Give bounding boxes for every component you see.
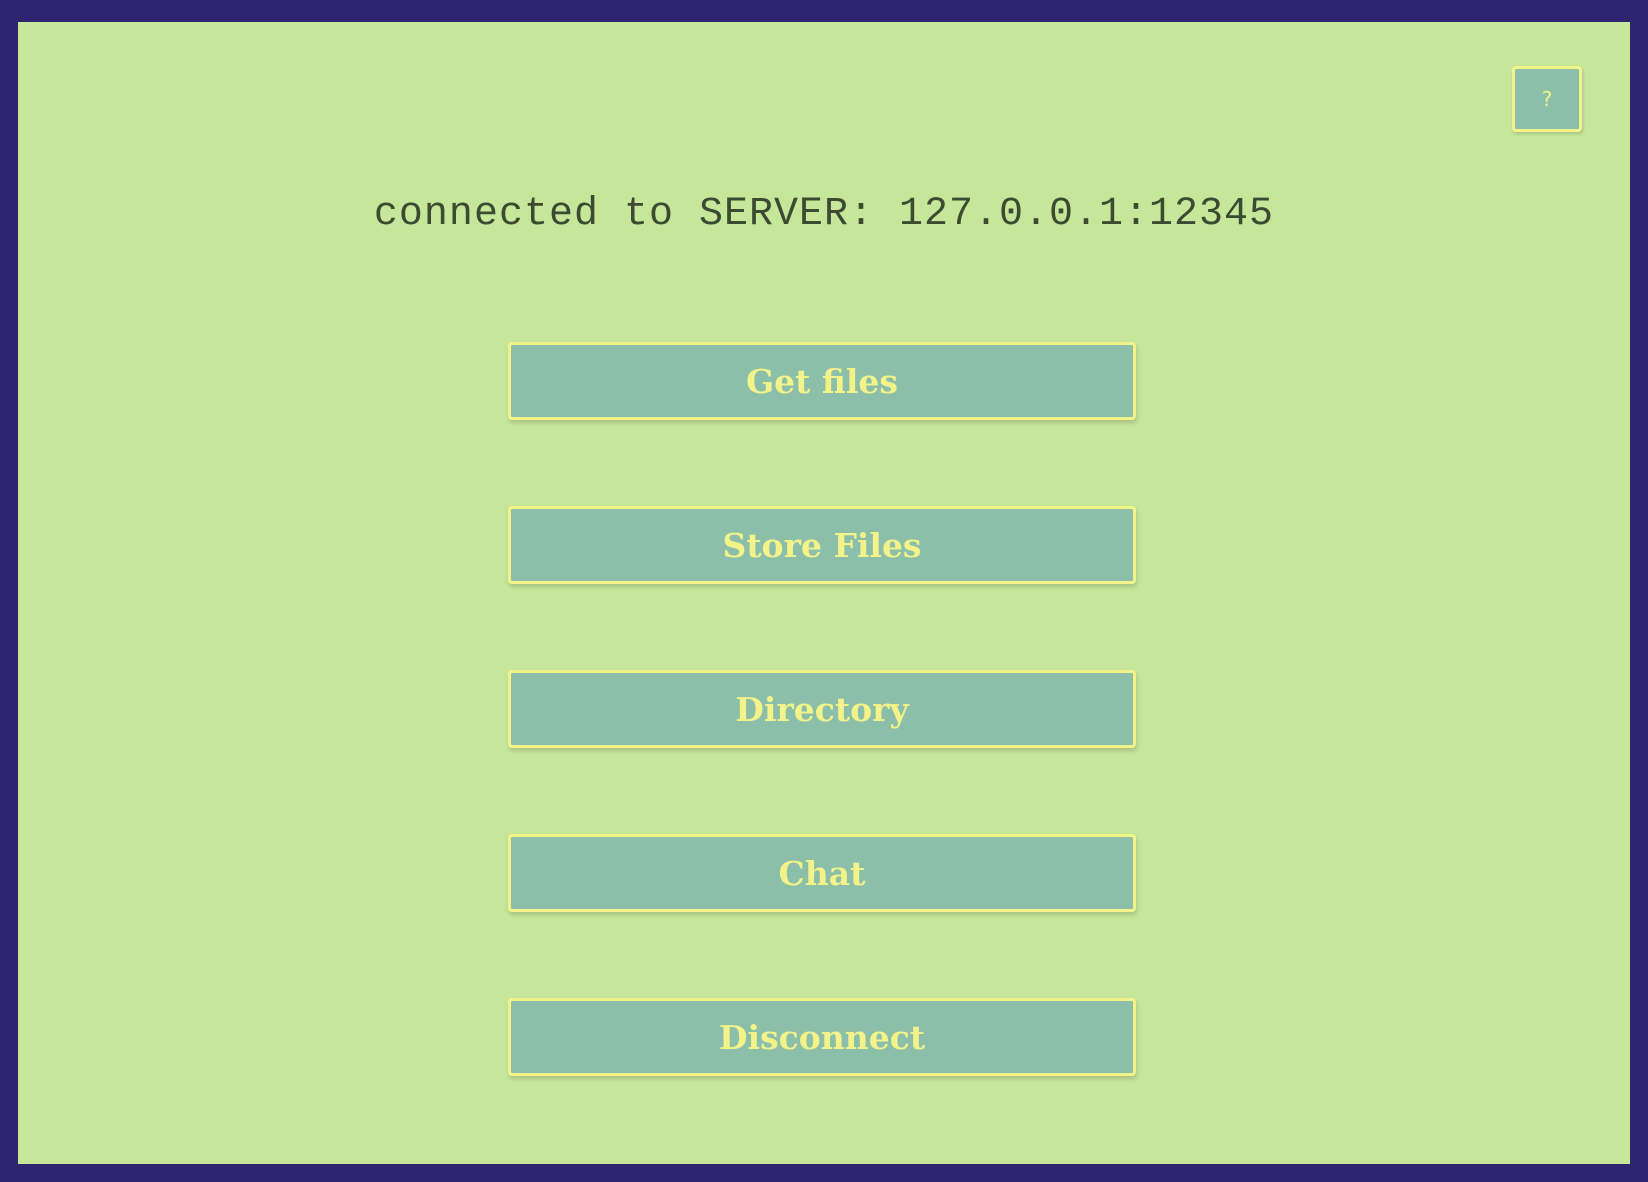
store-files-button[interactable]: Store Files [508,506,1136,584]
get-files-button[interactable]: Get files [508,342,1136,420]
window-frame: ? connected to SERVER: 127.0.0.1:12345 G… [0,0,1648,1182]
chat-button[interactable]: Chat [508,834,1136,912]
main-panel: ? connected to SERVER: 127.0.0.1:12345 G… [18,22,1630,1164]
main-menu: Get files Store Files Directory Chat Dis… [508,342,1136,1162]
disconnect-button[interactable]: Disconnect [508,998,1136,1076]
help-button[interactable]: ? [1512,66,1582,132]
directory-button[interactable]: Directory [508,670,1136,748]
connection-status: connected to SERVER: 127.0.0.1:12345 [373,192,1275,237]
help-icon: ? [1541,87,1553,111]
